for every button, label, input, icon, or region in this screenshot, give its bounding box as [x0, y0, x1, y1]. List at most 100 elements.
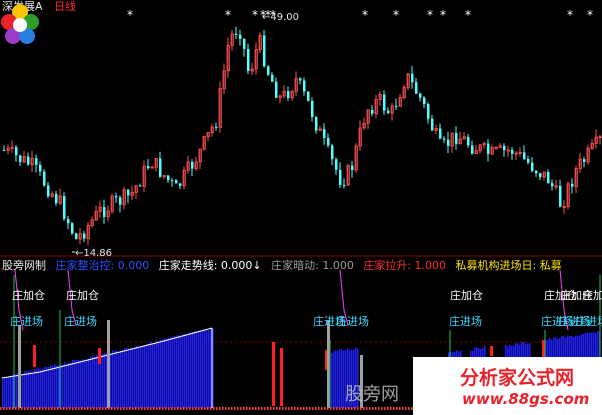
- accum-bar: [192, 331, 194, 408]
- candle-body: [115, 195, 118, 198]
- signal-add: 庄加仓: [582, 289, 602, 302]
- candle-body: [119, 197, 122, 205]
- floor-tick: [351, 407, 353, 410]
- floor-tick: [297, 407, 299, 410]
- floor-tick: [90, 407, 92, 410]
- accum-bar: [50, 365, 52, 408]
- floor-tick: [165, 407, 167, 410]
- legend-item-private: 私募机构进场日: 私募: [455, 259, 562, 272]
- floor-tick: [189, 407, 191, 410]
- floor-tick: [171, 407, 173, 410]
- accum-bar: [74, 359, 76, 408]
- floor-tick: [45, 407, 47, 410]
- floor-tick: [36, 407, 38, 410]
- pull-bar: [490, 346, 493, 356]
- floor-tick: [276, 407, 278, 410]
- indicator-name[interactable]: 股旁网制: [2, 259, 46, 272]
- accum-bar: [335, 350, 337, 408]
- floor-tick: [177, 407, 179, 410]
- candle-body: [35, 158, 38, 165]
- floor-tick: [105, 407, 107, 410]
- chart-canvas[interactable]: * * * * * * * * * * * * *: [0, 0, 602, 415]
- floor-tick: [288, 407, 290, 410]
- candle-body: [299, 78, 302, 81]
- floor-tick: [111, 407, 113, 410]
- accum-bar: [64, 362, 66, 408]
- candle-body: [159, 158, 162, 177]
- candle-body: [175, 180, 178, 184]
- floor-tick: [348, 407, 350, 410]
- accum-bar: [68, 362, 70, 408]
- floor-tick: [162, 407, 164, 410]
- accum-bar: [148, 343, 150, 408]
- accum-bar: [138, 346, 140, 408]
- candle-body: [315, 117, 318, 131]
- accum-bar: [116, 350, 118, 408]
- accum-bar: [78, 359, 80, 408]
- candle-body: [531, 162, 534, 171]
- accum-bar: [124, 348, 126, 408]
- accum-bar: [337, 350, 339, 408]
- accum-bar: [62, 365, 64, 408]
- floor-tick: [336, 407, 338, 410]
- floor-tick: [54, 407, 56, 410]
- candle-body: [547, 171, 550, 184]
- candle-body: [215, 126, 218, 128]
- candle-body: [15, 147, 18, 156]
- candle-body: [267, 66, 270, 75]
- accum-bar: [136, 345, 138, 408]
- accum-bar: [208, 330, 210, 408]
- candle-body: [527, 159, 530, 163]
- signal-enter: 庄进场: [64, 315, 97, 328]
- legend-item-dark: 庄家暗动: 1.000: [271, 259, 354, 272]
- floor-tick: [273, 407, 275, 410]
- top-marker: *: [567, 8, 573, 22]
- candle-body: [311, 100, 314, 118]
- floor-tick: [63, 407, 65, 410]
- accum-bar: [172, 336, 174, 408]
- floor-tick: [408, 407, 410, 410]
- floor-tick: [375, 407, 377, 410]
- top-marker: *: [252, 8, 258, 22]
- candle-body: [439, 128, 442, 139]
- candle-body: [443, 138, 446, 140]
- candle-body: [431, 118, 434, 131]
- candle-body: [127, 189, 130, 196]
- stock-chart-window[interactable]: ************* 深发展A 日线 ←49.00 ←14.86 股旁网制…: [0, 0, 602, 415]
- period-label[interactable]: 日线: [54, 0, 76, 13]
- floor-tick: [255, 407, 257, 410]
- top-marker: *: [427, 8, 433, 22]
- accum-bar: [126, 348, 128, 408]
- floor-tick: [15, 407, 17, 410]
- floor-tick: [357, 407, 359, 410]
- floor-tick: [309, 407, 311, 410]
- pull-bar: [98, 348, 101, 364]
- floor-tick: [342, 407, 344, 410]
- candle-body: [39, 164, 42, 172]
- accum-bar: [118, 351, 120, 408]
- floor-tick: [144, 407, 146, 410]
- top-marker: *: [465, 8, 471, 22]
- floor-tick: [345, 407, 347, 410]
- accum-bar: [104, 352, 106, 408]
- candle-body: [71, 223, 74, 234]
- floor-tick: [120, 407, 122, 410]
- floor-tick: [387, 407, 389, 410]
- floor-tick: [108, 407, 110, 410]
- candle-body: [523, 152, 526, 160]
- accum-bar: [162, 339, 164, 408]
- floor-tick: [195, 407, 197, 410]
- accum-bar: [30, 370, 32, 408]
- candle-body: [535, 170, 538, 174]
- floor-tick: [117, 407, 119, 410]
- floor-tick: [384, 407, 386, 410]
- accum-bar: [150, 341, 152, 408]
- floor-tick: [27, 407, 29, 410]
- floor-tick: [129, 407, 131, 410]
- candle-body: [559, 185, 562, 207]
- accum-bar: [210, 328, 212, 408]
- accum-bar: [112, 350, 114, 408]
- accum-bar: [96, 355, 98, 408]
- accum-bar: [168, 337, 170, 408]
- floor-tick: [180, 407, 182, 410]
